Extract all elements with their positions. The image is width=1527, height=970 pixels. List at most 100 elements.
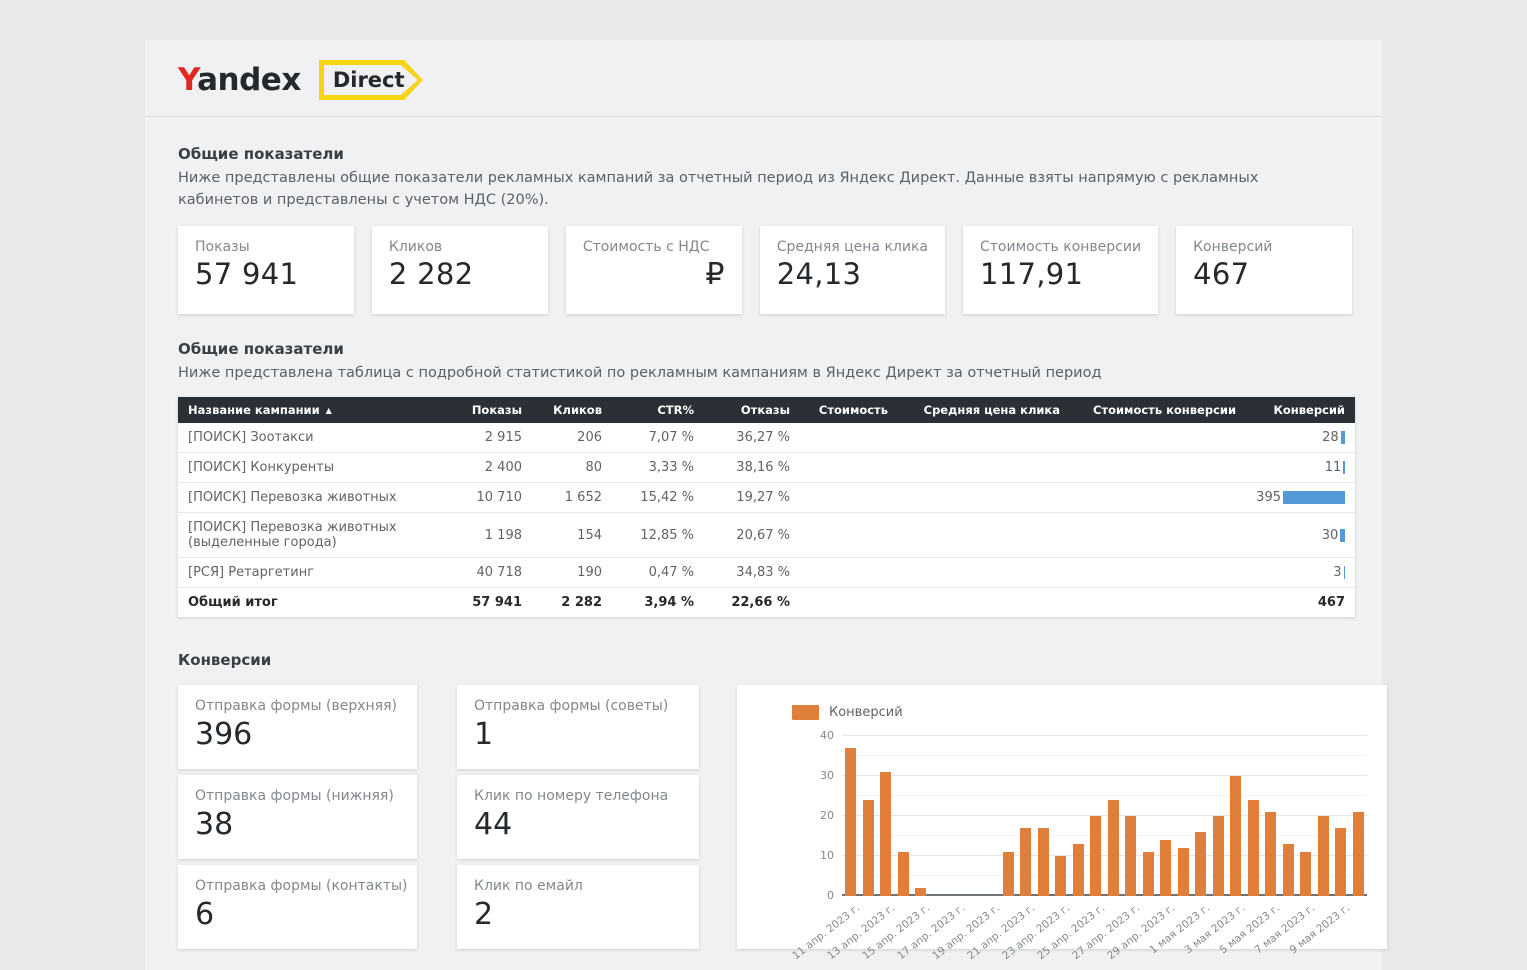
conversions-title: Конверсии	[178, 651, 1352, 669]
chart-bar[interactable]	[1195, 832, 1206, 896]
chart-bar[interactable]	[1003, 852, 1014, 896]
column-header[interactable]: Конверсий	[1246, 397, 1355, 423]
chart-bar[interactable]	[1090, 816, 1101, 896]
legend-swatch-icon	[792, 705, 819, 720]
conversions-cell: 395	[1246, 483, 1355, 513]
chart-bar[interactable]	[898, 852, 909, 896]
chart-bar[interactable]	[863, 800, 874, 896]
chart-bar[interactable]	[880, 772, 891, 896]
conversion-card-value: 38	[195, 807, 400, 842]
metric-cell: 12,85 %	[612, 513, 704, 558]
conversion-card-label: Отправка формы (контакты)	[195, 878, 400, 894]
conversion-card: Клик по емайл2	[457, 865, 699, 949]
conversion-card: Отправка формы (нижняя)38	[178, 775, 417, 859]
conversions-cell: 3	[1246, 558, 1355, 588]
kpi-card-label: Конверсий	[1193, 239, 1335, 255]
chart-bar[interactable]	[1300, 852, 1311, 896]
table-row: [РСЯ] Ретаргетинг40 7181900,47 %34,83 %3	[178, 558, 1355, 588]
chart-bar[interactable]	[1020, 828, 1031, 896]
chart-bar[interactable]	[1143, 852, 1154, 896]
column-header[interactable]: Средняя цена клика	[898, 397, 1070, 423]
conversions-value: 467	[1318, 595, 1345, 610]
conversion-card-label: Клик по емайл	[474, 878, 682, 894]
conversions-bar	[1340, 529, 1345, 542]
campaign-table: Название кампании▲ПоказыКликовCTR%Отказы…	[178, 397, 1355, 617]
chart-bar[interactable]	[1318, 816, 1329, 896]
table-total-row: Общий итог57 9412 2823,94 %22,66 %467	[178, 588, 1355, 618]
report-content: Общие показатели Ниже представлены общие…	[145, 117, 1382, 949]
metric-cell: 20,67 %	[704, 513, 800, 558]
chart-legend: Конверсий	[792, 705, 1367, 720]
metric-cell: 2 282	[532, 588, 612, 618]
conversion-card-label: Отправка формы (советы)	[474, 698, 682, 714]
metric-cell: 154	[532, 513, 612, 558]
metric-cell	[898, 588, 1070, 618]
metric-cell: 10 710	[440, 483, 532, 513]
chart-bar[interactable]	[1230, 776, 1241, 896]
table-section-description: Ниже представлена таблица с подробной ст…	[178, 363, 1278, 385]
metric-cell	[800, 588, 898, 618]
chart-bar[interactable]	[1283, 844, 1294, 896]
chart-bar[interactable]	[1248, 800, 1259, 896]
kpi-card-currency: ₽	[583, 257, 725, 292]
kpi-card: Конверсий467	[1176, 226, 1352, 314]
metric-cell: 206	[532, 423, 612, 453]
topbar: Yandex Direct	[145, 40, 1382, 117]
column-header[interactable]: Кликов	[532, 397, 612, 423]
column-header[interactable]: Название кампании▲	[178, 397, 440, 423]
conversion-card-label: Клик по номеру телефона	[474, 788, 682, 804]
metric-cell: 57 941	[440, 588, 532, 618]
column-header[interactable]: Стоимость конверсии	[1070, 397, 1246, 423]
chart-bar[interactable]	[915, 888, 926, 896]
conversions-area: Отправка формы (верхняя)396Отправка форм…	[178, 685, 1352, 949]
metric-cell: 1 198	[440, 513, 532, 558]
chart-bar[interactable]	[1055, 856, 1066, 896]
kpi-card: Средняя цена клика24,13	[760, 226, 945, 314]
column-header[interactable]: CTR%	[612, 397, 704, 423]
chart-bar[interactable]	[1108, 800, 1119, 896]
conversions-chart: Конверсий 010203040 11 апр. 2023 г.13 ап…	[737, 685, 1387, 949]
chart-bar[interactable]	[1213, 816, 1224, 896]
y-axis-tick-label: 30	[800, 769, 834, 782]
metric-cell: 40 718	[440, 558, 532, 588]
metric-cell	[1070, 588, 1246, 618]
conversion-card: Отправка формы (советы)1	[457, 685, 699, 769]
metric-cell: 3,33 %	[612, 453, 704, 483]
sort-ascending-icon: ▲	[326, 406, 332, 415]
kpi-card-value: 57 941	[195, 257, 337, 291]
conversions-value: 30	[1322, 528, 1339, 543]
y-axis-tick-label: 20	[800, 809, 834, 822]
metric-cell	[800, 513, 898, 558]
kpi-card-label: Стоимость конверсии	[980, 239, 1141, 255]
chart-bar[interactable]	[1335, 828, 1346, 896]
conversion-card-label: Отправка формы (верхняя)	[195, 698, 400, 714]
metric-cell	[800, 453, 898, 483]
conversions-bar	[1283, 491, 1345, 504]
chart-bar[interactable]	[1178, 848, 1189, 896]
metric-cell: 1 652	[532, 483, 612, 513]
conversions-cell: 30	[1246, 513, 1355, 558]
kpi-card-value: 2 282	[389, 257, 531, 291]
chart-bar[interactable]	[1125, 816, 1136, 896]
kpi-card-row: Показы57 941Кликов2 282Стоимость с НДС₽С…	[178, 226, 1352, 314]
column-header[interactable]: Отказы	[704, 397, 800, 423]
conversions-value: 11	[1325, 460, 1342, 475]
column-header[interactable]: Показы	[440, 397, 532, 423]
kpi-card: Показы57 941	[178, 226, 354, 314]
chart-bar[interactable]	[1073, 844, 1084, 896]
chart-bar[interactable]	[1353, 812, 1364, 896]
chart-bar[interactable]	[1038, 828, 1049, 896]
campaign-name-cell: Общий итог	[178, 588, 440, 618]
report-panel: Yandex Direct Общие показатели Ниже пред…	[145, 40, 1382, 970]
column-header[interactable]: Стоимость	[800, 397, 898, 423]
chart-bar[interactable]	[1160, 840, 1171, 896]
kpi-card-label: Средняя цена клика	[777, 239, 928, 255]
metric-cell: 38,16 %	[704, 453, 800, 483]
chart-bar[interactable]	[1265, 812, 1276, 896]
chart-bar[interactable]	[845, 748, 856, 896]
conversion-card: Отправка формы (контакты)6	[178, 865, 417, 949]
kpi-card-label: Стоимость с НДС	[583, 239, 725, 255]
table-row: [ПОИСК] Перевозка животных10 7101 65215,…	[178, 483, 1355, 513]
yandex-logo-rest: andex	[197, 62, 301, 98]
campaign-name-cell: [ПОИСК] Конкуренты	[178, 453, 440, 483]
